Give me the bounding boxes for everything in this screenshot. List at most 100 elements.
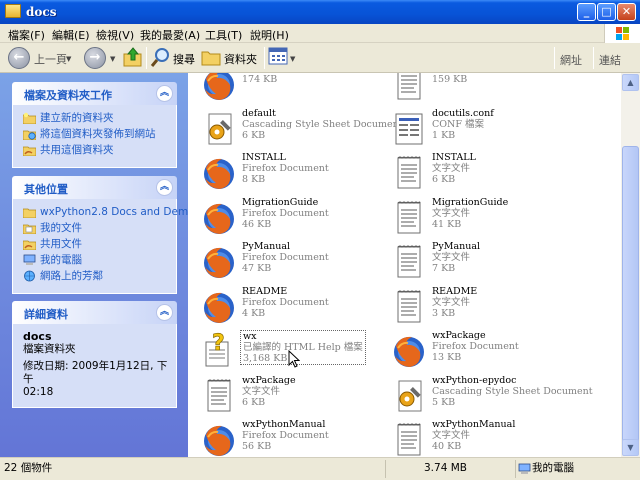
menu-favorites[interactable]: 我的最愛(A) [140,27,200,43]
file-name: PyManual [242,241,291,252]
file-text: README Firefox Document 4 KB [242,286,329,319]
text-file-icon [390,73,428,103]
views-icon [268,47,288,65]
file-type: Firefox Document [432,341,519,352]
details-time: 02:18 [23,386,54,398]
file-type: 文字文件 [242,385,281,397]
my-computer-icon [23,254,36,265]
place-wxpython-docs[interactable]: wxPython2.8 Docs and Demos [23,205,188,221]
file-name: README [432,285,478,297]
file-item[interactable]: PyManual Firefox Document 47 KB [196,239,396,283]
file-item[interactable]: docutils.conf CONF 檔案 1 KB [386,106,586,150]
file-type: Firefox Document [242,163,329,174]
file-text: PyManual Firefox Document 47 KB [242,241,329,274]
menu-edit[interactable]: 編輯(E) [52,27,90,43]
file-size: 4 KB [242,307,266,319]
address-label[interactable]: 網址 [560,52,582,68]
back-button[interactable]: ← 上一頁 ▼ [8,46,74,70]
text-file-icon [200,377,238,415]
collapse-icon[interactable]: ︽ [156,85,173,102]
file-text: MigrationGuide 文字文件 41 KB [432,197,508,230]
file-item[interactable]: wxPythonManual 文字文件 40 KB [386,417,586,457]
file-item[interactable]: MigrationGuide 文字文件 41 KB [386,195,586,239]
file-size: 46 KB [242,218,272,230]
file-list[interactable]: Firefox Document174 KB 文字文件159 KBdefaultC… [188,73,621,457]
up-folder-icon [123,47,142,67]
file-item[interactable]: MigrationGuide Firefox Document 46 KB [196,195,396,239]
up-folder-button[interactable] [122,46,144,70]
menu-view[interactable]: 檢視(V) [96,27,134,43]
file-item[interactable]: wxPackage Firefox Document 13 KB [386,328,586,372]
file-name: wxPackage [432,330,486,341]
file-item[interactable]: wxPythonManual Firefox Document 56 KB [196,417,396,457]
file-text: wxPackage Firefox Document 13 KB [432,330,519,363]
file-text: wxPackage 文字文件 6 KB [242,375,296,408]
file-text: Firefox Document174 KB [242,73,329,85]
close-button[interactable]: ✕ [617,3,636,21]
firefox-icon [200,288,238,326]
publish-folder-label: 將這個資料夾發佈到網站 [40,128,156,140]
file-item[interactable]: PyManual 文字文件 7 KB [386,239,586,283]
file-size: 7 KB [432,263,456,274]
place-shared-documents[interactable]: 共用文件 [23,237,168,253]
file-name: wxPackage [242,374,296,386]
place-network[interactable]: 網路上的芳鄰 [23,269,168,285]
file-text: README 文字文件 3 KB [432,286,477,319]
scroll-down-button[interactable]: ▼ [622,439,639,456]
other-places-body: wxPython2.8 Docs and Demos 我的文件 共用文件 我的電… [12,199,188,294]
mouse-cursor-icon [288,349,301,368]
collapse-icon[interactable]: ︽ [156,304,173,321]
search-button[interactable]: 搜尋 [150,46,196,70]
file-item[interactable]: Firefox Document174 KB [196,73,396,105]
file-item[interactable]: wxPackage 文字文件 6 KB [196,373,396,417]
file-item[interactable]: README 文字文件 3 KB [386,284,586,328]
file-name: MigrationGuide [432,196,509,208]
file-size: 3,168 KB [243,353,288,364]
maximize-button[interactable]: □ [597,3,616,21]
publish-folder-link[interactable]: 將這個資料夾發佈到網站 [23,127,168,143]
place-my-documents[interactable]: 我的文件 [23,221,168,237]
forward-button[interactable]: → ▼ [84,46,120,70]
file-size: 5 KB [432,396,456,408]
file-item[interactable]: INSTALL 文字文件 6 KB [386,150,586,194]
file-name: wxPythonManual [432,419,516,430]
network-icon [24,270,35,282]
file-name: README [242,285,288,297]
file-item[interactable]: default Cascading Style Sheet Document 6 K… [196,106,403,150]
my-documents-icon [23,224,36,234]
details-type: 檔案資料夾 [23,343,76,355]
file-item[interactable]: README Firefox Document 4 KB [196,284,396,328]
file-item[interactable]: 文字文件159 KB [386,73,586,105]
file-item[interactable]: wxPython-epydoc Cascading Style Sheet Doc… [386,373,593,417]
file-name: default [242,107,276,119]
details-modified: 修改日期: 2009年1月12日, 下午 [23,360,168,385]
file-size: 6 KB [242,129,266,141]
share-folder-icon [23,146,36,156]
scroll-thumb[interactable] [622,146,639,452]
folders-button[interactable]: 資料夾 [200,46,262,70]
views-button[interactable]: ▼ [268,46,300,70]
folder-icon [23,208,36,218]
file-tasks-panel: 檔案及資料夾工作 ︽ 建立新的資料夾 將這個資料夾發佈到網站 共用這個資料夾 [12,82,177,168]
file-text: INSTALL Firefox Document 8 KB [242,152,329,185]
place-my-computer[interactable]: 我的電腦 [23,253,168,269]
vertical-scrollbar[interactable]: ▲ ▼ [621,73,640,457]
details-header[interactable]: 詳細資料 ︽ [12,301,177,324]
new-folder-link[interactable]: 建立新的資料夾 [23,111,168,127]
file-size: 6 KB [432,174,456,185]
file-type: Firefox Document [242,296,329,308]
file-type: 已編譯的 HTML Help 檔案 [243,342,363,353]
menu-help[interactable]: 說明(H) [250,27,289,43]
menu-tools[interactable]: 工具(T) [205,27,242,43]
minimize-button[interactable]: _ [577,3,596,21]
menu-file[interactable]: 檔案(F) [8,27,45,43]
other-places-header[interactable]: 其他位置 ︽ [12,176,177,199]
details-name: docs [23,330,52,343]
collapse-icon[interactable]: ︽ [156,179,173,196]
share-folder-link[interactable]: 共用這個資料夾 [23,143,168,159]
file-item[interactable]: INSTALL Firefox Document 8 KB [196,150,396,194]
file-tasks-header[interactable]: 檔案及資料夾工作 ︽ [12,82,177,105]
scroll-up-button[interactable]: ▲ [622,74,639,91]
status-count: 22 個物件 [4,462,53,474]
links-label[interactable]: 連結 [599,52,621,68]
